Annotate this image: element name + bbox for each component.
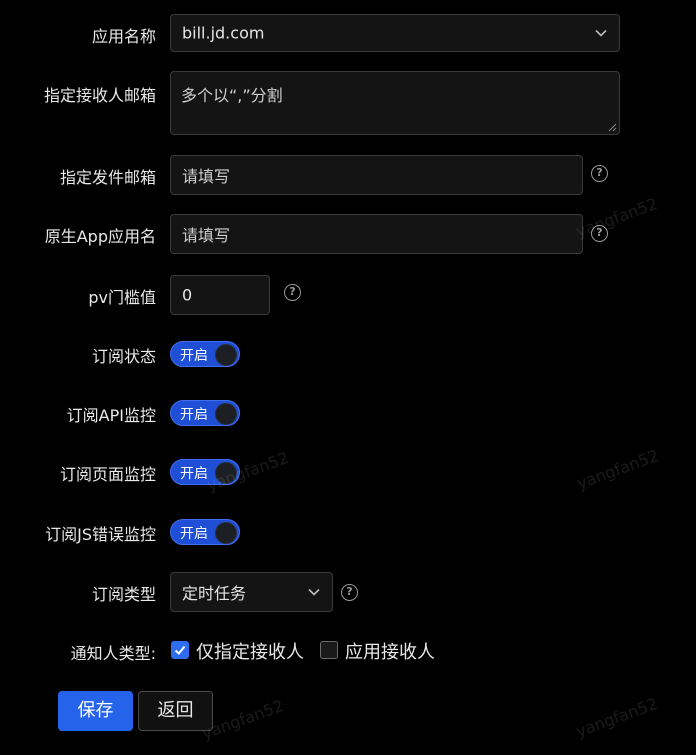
native-app-name-label: 原生App应用名 [44,227,156,246]
toggle-label: 开启 [180,407,208,423]
pv-threshold-value: 0 [182,285,193,305]
recipient-email-label: 指定接收人邮箱 [43,86,156,105]
pv-threshold-label: pv门槛值 [88,288,156,307]
app-name-value: bill.jd.com [182,23,265,43]
subscribe-type-value: 定时任务 [182,584,247,603]
toggle-label: 开启 [180,526,208,542]
notify-type-label: 通知人类型: [70,644,156,663]
subscribe-api-label: 订阅API监控 [66,406,156,425]
pv-threshold-input[interactable]: 0 [170,275,270,315]
notify-option-designated-label: 仅指定接收人 [196,642,304,663]
resize-handle-icon[interactable] [608,123,617,132]
native-app-name-placeholder: 请填写 [182,226,231,245]
subscribe-page-toggle[interactable]: 开启 [170,459,240,485]
form-row-subscribe-js: 订阅JS错误监控 开启 [0,519,696,545]
toggle-label: 开启 [180,466,208,482]
check-icon [174,645,186,655]
sender-email-input[interactable]: 请填写 [170,155,583,195]
toggle-knob [215,522,237,544]
form-row-app-name: 应用名称 bill.jd.com [0,14,696,52]
form-row-native-app-name: 原生App应用名 请填写 ? [0,214,696,254]
help-icon[interactable]: ? [341,584,358,601]
checkbox-unchecked[interactable] [320,641,338,659]
subscribe-status-label: 订阅状态 [91,347,156,366]
save-button[interactable]: 保存 [58,691,133,731]
form-row-notify-type: 通知人类型: 仅指定接收人 应用接收人 [0,638,696,663]
watermark: yangfan52 [573,693,661,742]
subscribe-status-toggle[interactable]: 开启 [170,341,240,367]
subscribe-js-toggle[interactable]: 开启 [170,519,240,545]
recipient-email-placeholder: 多个以“,”分割 [181,86,283,105]
sender-email-placeholder: 请填写 [182,167,231,186]
form-row-subscribe-api: 订阅API监控 开启 [0,400,696,426]
native-app-name-input[interactable]: 请填写 [170,214,583,254]
toggle-knob [215,403,237,425]
subscribe-type-label: 订阅类型 [91,585,156,604]
checkbox-checked[interactable] [171,641,189,659]
form-row-subscribe-page: 订阅页面监控 开启 [0,459,696,485]
subscribe-type-select[interactable]: 定时任务 [170,572,333,612]
recipient-email-textarea[interactable]: 多个以“,”分割 [170,71,620,135]
form-row-recipient-email: 指定接收人邮箱 多个以“,”分割 [0,71,696,135]
back-button[interactable]: 返回 [138,691,213,731]
form-row-subscribe-type: 订阅类型 定时任务 ? [0,572,696,612]
sender-email-label: 指定发件邮箱 [59,168,156,187]
form-row-pv-threshold: pv门槛值 0 ? [0,275,696,315]
chevron-down-icon [595,29,607,37]
help-icon[interactable]: ? [284,284,301,301]
toggle-knob [215,344,237,366]
app-name-label: 应用名称 [91,27,156,46]
subscribe-js-label: 订阅JS错误监控 [45,525,156,544]
help-icon[interactable]: ? [591,225,608,242]
form-row-subscribe-status: 订阅状态 开启 [0,341,696,367]
subscribe-page-label: 订阅页面监控 [59,465,156,484]
help-icon[interactable]: ? [591,165,608,182]
subscribe-api-toggle[interactable]: 开启 [170,400,240,426]
chevron-down-icon [308,588,320,596]
toggle-knob [215,462,237,484]
notify-option-app-label: 应用接收人 [345,642,435,663]
form-row-sender-email: 指定发件邮箱 请填写 ? [0,155,696,195]
app-name-select[interactable]: bill.jd.com [170,14,620,52]
toggle-label: 开启 [180,348,208,364]
